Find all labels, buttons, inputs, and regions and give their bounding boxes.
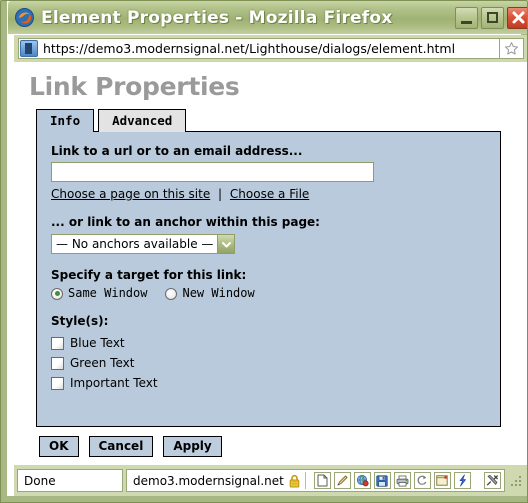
anchor-label: ... or link to an anchor within this pag… (51, 215, 320, 229)
target-label: Specify a target for this link: (51, 268, 247, 282)
checkbox-blue-text-label: Blue Text (70, 336, 125, 350)
status-domain: demo3.modernsignal.net (133, 473, 284, 488)
status-message-panel: Done (17, 469, 123, 492)
tab-advanced[interactable]: Advanced (98, 109, 187, 132)
chooser-links: Choose a page on this site | Choose a Fi… (51, 187, 486, 201)
close-button[interactable] (507, 6, 528, 29)
styles-section: Style(s): Blue Text Green Text Important… (51, 314, 486, 390)
anchor-section: ... or link to an anchor within this pag… (51, 215, 486, 254)
minimize-button[interactable] (455, 6, 478, 29)
firefox-logo-icon (15, 8, 34, 27)
floppy-save-icon[interactable] (373, 472, 391, 489)
tab-list: Info Advanced (36, 109, 187, 132)
radio-new-window-indicator[interactable] (165, 287, 178, 300)
padlock-icon[interactable] (289, 474, 300, 488)
checkbox-important-text-label: Important Text (70, 376, 158, 390)
refresh-rotate-icon[interactable] (413, 472, 431, 489)
resize-grip-icon[interactable] (509, 473, 525, 489)
cancel-button[interactable]: Cancel (88, 436, 154, 457)
checkbox-important-text[interactable]: Important Text (51, 376, 486, 390)
target-radio-group: Same Window New Window (51, 287, 486, 300)
styles-checkbox-group: Blue Text Green Text Important Text (51, 336, 486, 390)
checkbox-important-text-box[interactable] (51, 376, 64, 390)
checkbox-green-text-box[interactable] (51, 356, 64, 370)
site-favicon-icon (20, 40, 38, 57)
browser-window: Element Properties - Mozilla Firefox htt… (0, 0, 528, 503)
page-content: Link Properties Info Advanced Link to a … (14, 62, 528, 465)
title-bar[interactable]: Element Properties - Mozilla Firefox (8, 1, 528, 34)
tab-panel-info: Link to a url or to an email address... … (36, 131, 501, 427)
bookmark-star-icon[interactable] (500, 38, 524, 59)
window-title: Element Properties - Mozilla Firefox (41, 7, 393, 28)
target-section: Specify a target for this link: Same Win… (51, 268, 486, 300)
status-message: Done (24, 473, 56, 488)
apply-button[interactable]: Apply (163, 436, 222, 457)
radio-same-window-label: Same Window (68, 286, 148, 300)
address-bar[interactable]: https://demo3.modernsignal.net/Lighthous… (18, 38, 500, 59)
link-separator: | (218, 187, 223, 201)
security-panel: demo3.modernsignal.net (126, 469, 505, 492)
status-bar: Done demo3.modernsignal.net (14, 465, 528, 496)
pencil-edit-icon[interactable] (333, 472, 351, 489)
new-document-icon[interactable] (313, 472, 331, 489)
window-controls (455, 6, 528, 29)
choose-file-link[interactable]: Choose a File (230, 187, 309, 201)
styles-label: Style(s): (51, 314, 109, 328)
navigation-toolbar: https://demo3.modernsignal.net/Lighthous… (14, 35, 528, 62)
checkbox-blue-text-box[interactable] (51, 336, 64, 350)
dialog-buttons: OK Cancel Apply (39, 436, 222, 457)
chevron-down-icon (217, 235, 235, 253)
url-text[interactable]: https://demo3.modernsignal.net/Lighthous… (43, 41, 455, 56)
radio-same-window[interactable]: Same Window (51, 287, 147, 300)
url-field-label: Link to a url or to an email address... (51, 144, 303, 158)
choose-page-link[interactable]: Choose a page on this site (51, 187, 210, 201)
note-window-icon[interactable] (433, 472, 451, 489)
printer-icon[interactable] (393, 472, 411, 489)
info-circle-icon[interactable] (503, 472, 504, 489)
radio-new-window-label: New Window (182, 286, 255, 300)
anchor-select[interactable]: — No anchors available — (51, 234, 236, 254)
checkbox-green-text-label: Green Text (70, 356, 135, 370)
globe-publish-icon[interactable] (353, 472, 371, 489)
page-title: Link Properties (29, 72, 240, 101)
status-divider (304, 472, 306, 489)
checkbox-blue-text[interactable]: Blue Text (51, 336, 486, 350)
tab-info[interactable]: Info (36, 109, 95, 132)
maximize-button[interactable] (481, 6, 504, 29)
extension-tray (311, 472, 504, 489)
url-input[interactable] (51, 162, 374, 182)
checkbox-green-text[interactable]: Green Text (51, 356, 486, 370)
radio-same-window-indicator[interactable] (51, 287, 63, 300)
tools-wrench-icon[interactable] (483, 472, 501, 489)
lightning-bolt-icon[interactable] (453, 472, 471, 489)
ok-button[interactable]: OK (39, 436, 79, 457)
anchor-select-value: — No anchors available — (56, 237, 214, 251)
radio-new-window[interactable]: New Window (165, 286, 255, 300)
